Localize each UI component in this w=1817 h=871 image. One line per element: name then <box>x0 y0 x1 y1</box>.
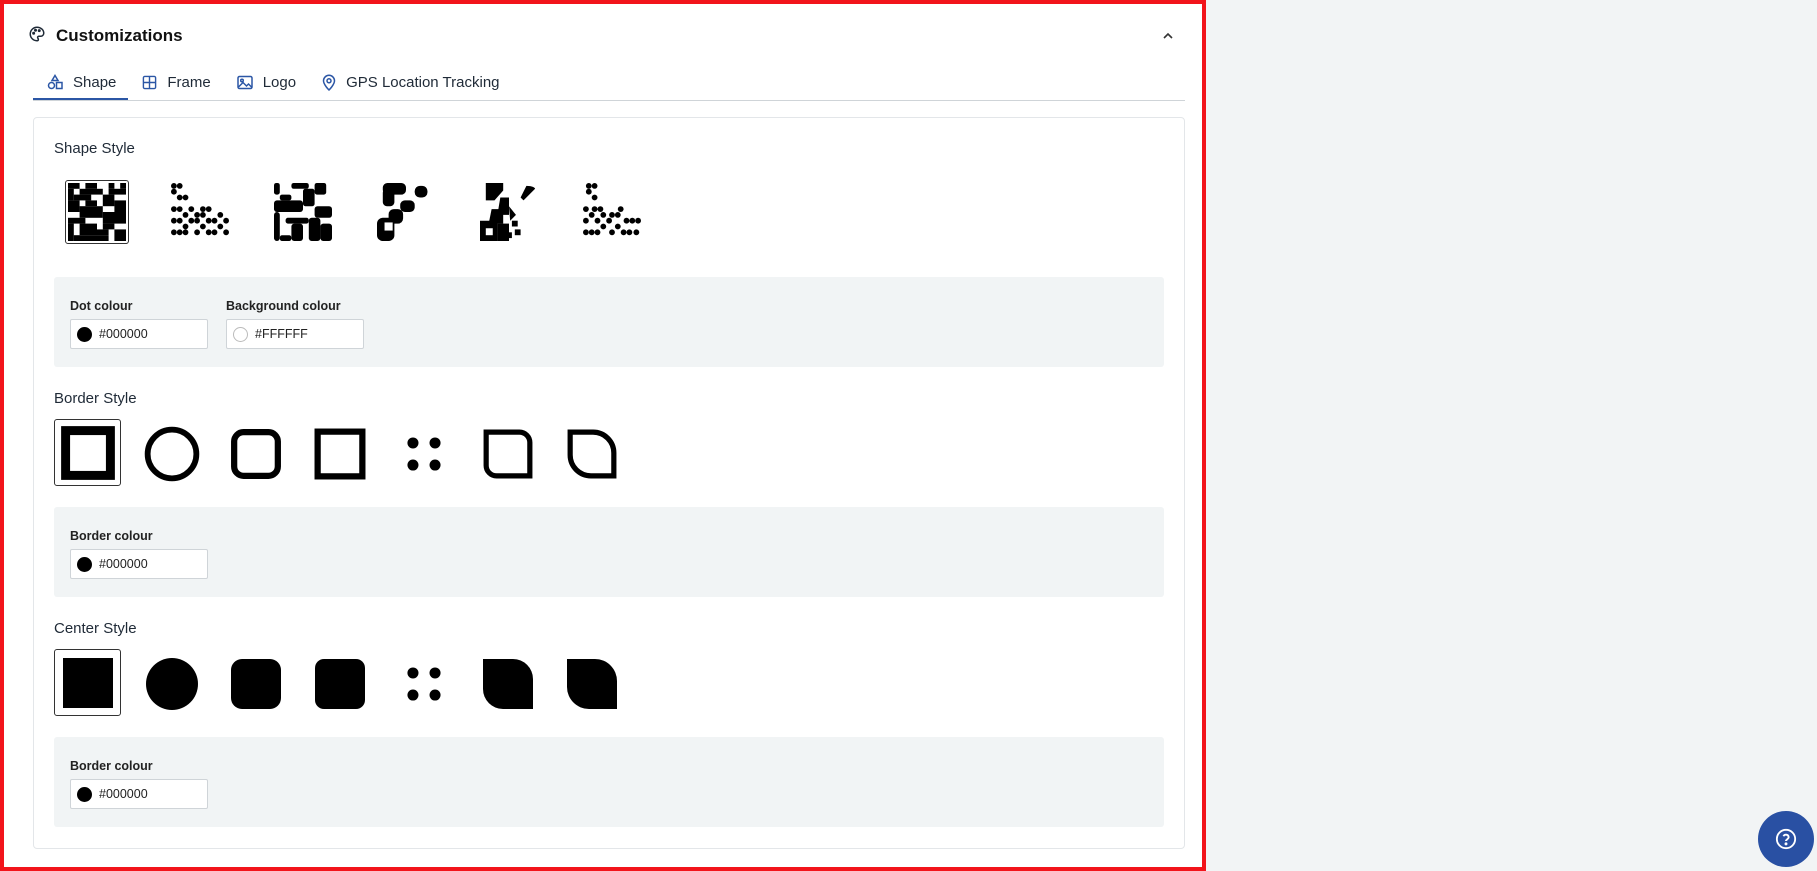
tab-shape[interactable]: Shape <box>33 66 129 100</box>
border-colour-value: #000000 <box>99 557 148 571</box>
shape-option-leaf[interactable] <box>477 180 541 244</box>
chevron-up-icon[interactable] <box>1158 26 1178 46</box>
qr-dots-pattern-icon <box>171 183 229 236</box>
dot-colour-input[interactable]: #000000 <box>70 319 208 349</box>
image-icon <box>236 75 253 90</box>
border-option-drop[interactable] <box>560 422 624 486</box>
border-colour-panel: Border colour #000000 <box>54 507 1164 597</box>
palette-icon <box>28 25 46 48</box>
center-colour-value: #000000 <box>99 787 148 801</box>
center-style-title: Center Style <box>54 620 137 637</box>
drop-frame-icon <box>567 429 617 479</box>
qr-rounded-pattern-icon <box>274 183 332 241</box>
center-colour-field: Border colour #000000 <box>70 759 208 809</box>
center-option-soft[interactable] <box>308 652 372 716</box>
thin-square-frame-icon <box>314 428 366 480</box>
shape-settings-card: Shape Style Dot colour #000000 Backgroun… <box>33 117 1185 849</box>
rounded-center-icon <box>231 659 281 709</box>
panel-header[interactable]: Customizations <box>28 22 1178 50</box>
rounded-frame-icon <box>231 429 281 479</box>
square-frame-icon <box>60 425 115 480</box>
shape-colour-panel: Dot colour #000000 Background colour #FF… <box>54 277 1164 367</box>
background-colour-field: Background colour #FFFFFF <box>226 299 364 349</box>
qr-leaf-pattern-icon <box>480 183 536 241</box>
grid-icon <box>143 75 157 90</box>
shape-option-classy-dots[interactable] <box>580 180 644 244</box>
border-option-circle[interactable] <box>140 422 204 486</box>
shape-option-dots[interactable] <box>168 180 232 244</box>
center-option-leaf[interactable] <box>476 652 540 716</box>
customizations-panel: Customizations Shape Frame Logo GPS Loca… <box>0 0 1206 871</box>
qr-square-pattern-icon <box>68 183 126 241</box>
color-swatch[interactable] <box>77 556 92 572</box>
dot-colour-label: Dot colour <box>70 299 133 313</box>
center-colour-panel: Border colour #000000 <box>54 737 1164 827</box>
border-style-title: Border Style <box>54 390 137 407</box>
square-center-icon <box>62 657 113 708</box>
dots-frame-icon <box>407 437 441 471</box>
border-colour-label: Border colour <box>70 529 153 543</box>
border-colour-field: Border colour #000000 <box>70 529 208 579</box>
border-option-thin-square[interactable] <box>308 422 372 486</box>
question-mark-icon <box>1775 828 1797 850</box>
background-colour-input[interactable]: #FFFFFF <box>226 319 364 349</box>
drop-center-icon <box>567 659 617 709</box>
tab-label: Frame <box>167 74 211 91</box>
qr-classy-dots-pattern-icon <box>583 183 641 236</box>
border-option-dots[interactable] <box>392 422 456 486</box>
shape-style-title: Shape Style <box>54 140 135 157</box>
leaf-center-icon <box>483 659 533 709</box>
center-option-square[interactable] <box>54 649 121 716</box>
tab-frame[interactable]: Frame <box>128 66 222 99</box>
circle-frame-icon <box>144 426 200 482</box>
shapes-icon <box>47 74 63 90</box>
border-colour-input[interactable]: #000000 <box>70 549 208 579</box>
dot-colour-field: Dot colour #000000 <box>70 299 208 349</box>
color-swatch[interactable] <box>233 326 248 342</box>
center-option-circle[interactable] <box>140 652 204 716</box>
tab-label: GPS Location Tracking <box>346 74 500 91</box>
color-swatch[interactable] <box>77 326 92 342</box>
tab-gps-location-tracking[interactable]: GPS Location Tracking <box>308 66 511 99</box>
map-pin-icon <box>322 74 336 91</box>
center-colour-label: Border colour <box>70 759 153 773</box>
soft-center-icon <box>315 659 365 709</box>
background-colour-label: Background colour <box>226 299 341 313</box>
shape-option-rounded[interactable] <box>271 180 335 244</box>
dot-colour-value: #000000 <box>99 327 148 341</box>
qr-fluid-pattern-icon <box>377 183 428 241</box>
border-option-square[interactable] <box>54 419 121 486</box>
shape-option-square[interactable] <box>65 180 129 244</box>
tab-label: Logo <box>262 74 297 91</box>
center-option-dots[interactable] <box>392 652 456 716</box>
circle-center-icon <box>146 658 198 710</box>
center-option-drop[interactable] <box>560 652 624 716</box>
dots-center-icon <box>407 667 441 701</box>
center-option-rounded[interactable] <box>224 652 288 716</box>
shape-option-fluid[interactable] <box>374 180 438 244</box>
tab-bar: Shape Frame Logo GPS Location Tracking <box>33 66 1185 101</box>
leaf-frame-icon <box>483 429 533 479</box>
border-option-leaf[interactable] <box>476 422 540 486</box>
help-button[interactable] <box>1758 811 1814 867</box>
background-colour-value: #FFFFFF <box>255 327 308 341</box>
color-swatch[interactable] <box>77 786 92 802</box>
center-colour-input[interactable]: #000000 <box>70 779 208 809</box>
tab-logo[interactable]: Logo <box>223 66 308 99</box>
tab-label: Shape <box>73 73 117 91</box>
border-option-rounded[interactable] <box>224 422 288 486</box>
panel-title: Customizations <box>56 26 183 45</box>
